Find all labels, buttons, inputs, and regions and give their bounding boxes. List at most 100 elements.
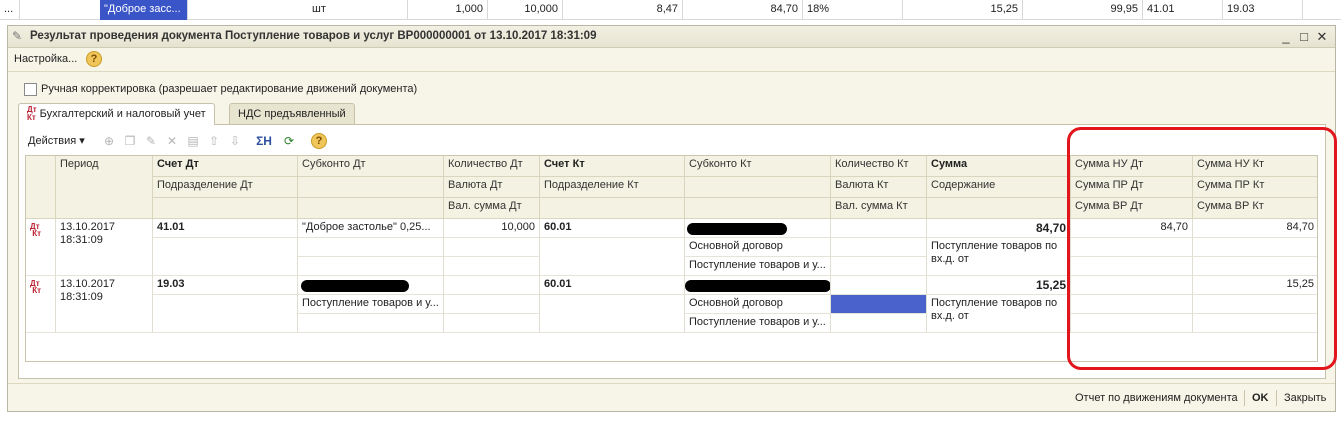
row-department-dt[interactable]	[153, 238, 298, 276]
header-subconto-kt[interactable]: Субконто Кт	[685, 156, 831, 177]
movements-report-button[interactable]: Отчет по движениям документа	[1075, 392, 1238, 404]
row-period[interactable]: 13.10.2017 18:31:09	[56, 276, 153, 333]
window-titlebar[interactable]: ✎ Результат проведения документа Поступл…	[8, 26, 1335, 48]
row-quantity-dt[interactable]: 10,000	[444, 219, 540, 238]
row-account-kt[interactable]: 60.01	[540, 276, 685, 295]
row-quantity-kt[interactable]	[831, 276, 927, 295]
header-sum-vr-kt[interactable]: Сумма ВР Кт	[1193, 198, 1317, 219]
row-sum-pr-dt[interactable]	[1071, 295, 1193, 314]
row-subconto-dt-2[interactable]	[298, 238, 444, 257]
header-sum-vr-dt[interactable]: Сумма ВР Дт	[1071, 198, 1193, 219]
header-currency-sum-kt[interactable]: Вал. сумма Кт	[831, 198, 927, 219]
row-sum-pr-kt[interactable]	[1193, 295, 1317, 314]
help-icon[interactable]: ?	[311, 133, 327, 149]
row-currency-sum-kt[interactable]	[831, 257, 927, 276]
divider	[1276, 390, 1277, 406]
header-empty	[298, 177, 444, 198]
row-subconto-kt-2[interactable]: Основной договор	[685, 238, 831, 257]
row-quantity-dt[interactable]	[444, 276, 540, 295]
header-sum-pr-kt[interactable]: Сумма ПР Кт	[1193, 177, 1317, 198]
header-quantity-dt[interactable]: Количество Дт	[444, 156, 540, 177]
ok-button[interactable]: OK	[1252, 392, 1269, 404]
maximize-button[interactable]: □	[1295, 28, 1313, 46]
row-sum[interactable]: 84,70	[927, 219, 1071, 238]
row-sum-pr-dt[interactable]	[1071, 238, 1193, 257]
row-content[interactable]: Поступление товаров по вх.д. от	[927, 295, 1071, 333]
row-account-dt[interactable]: 19.03	[153, 276, 298, 295]
row-sum-pr-kt[interactable]	[1193, 238, 1317, 257]
copy-icon[interactable]: ❐	[122, 133, 138, 149]
redacted-block	[685, 280, 830, 292]
header-department-dt[interactable]: Подразделение Дт	[153, 177, 298, 198]
row-quantity-kt[interactable]	[831, 219, 927, 238]
row-department-dt[interactable]	[153, 295, 298, 333]
settings-button[interactable]: Настройка...	[14, 53, 77, 65]
row-content[interactable]: Поступление товаров по вх.д. от	[927, 238, 1071, 276]
tab-accounting-tax[interactable]: Дт Кт Бухгалтерский и налоговый учет	[18, 103, 215, 125]
row-sum-vr-kt[interactable]	[1193, 257, 1317, 276]
row-sum[interactable]: 15,25	[927, 276, 1071, 295]
row-currency-sum-kt[interactable]	[831, 314, 927, 333]
row-subconto-dt-2[interactable]: Поступление товаров и у...	[298, 295, 444, 314]
header-currency-kt[interactable]: Валюта Кт	[831, 177, 927, 198]
row-period[interactable]: 13.10.2017 18:31:09	[56, 219, 153, 276]
close-button[interactable]: Закрыть	[1284, 392, 1326, 404]
close-window-button[interactable]: ✕	[1313, 28, 1331, 46]
row-subconto-dt-1[interactable]	[298, 276, 444, 295]
row-department-kt[interactable]	[540, 238, 685, 276]
row-currency-dt[interactable]	[444, 295, 540, 314]
row-subconto-kt-3[interactable]: Поступление товаров и у...	[685, 257, 831, 276]
edit-icon[interactable]: ✎	[143, 133, 159, 149]
move-up-icon[interactable]: ⇧	[206, 133, 222, 149]
header-period[interactable]: Период	[56, 156, 153, 219]
header-currency-dt[interactable]: Валюта Дт	[444, 177, 540, 198]
row-sum-nu-dt[interactable]: 84,70	[1071, 219, 1193, 238]
header-account-kt[interactable]: Счет Кт	[540, 156, 685, 177]
row-sum-vr-dt[interactable]	[1071, 257, 1193, 276]
window-status-bar: Отчет по движениям документа OK Закрыть	[8, 383, 1335, 411]
row-sum-nu-dt[interactable]	[1071, 276, 1193, 295]
row-subconto-dt-3[interactable]	[298, 257, 444, 276]
header-sum-pr-dt[interactable]: Сумма ПР Дт	[1071, 177, 1193, 198]
header-sum-nu-dt[interactable]: Сумма НУ Дт	[1071, 156, 1193, 177]
manual-correction-checkbox[interactable]	[24, 83, 37, 96]
row-subconto-kt-3[interactable]: Поступление товаров и у...	[685, 314, 831, 333]
refresh-icon[interactable]: ⟳	[281, 133, 297, 149]
delete-icon[interactable]: ✕	[164, 133, 180, 149]
header-currency-sum-dt[interactable]: Вал. сумма Дт	[444, 198, 540, 219]
row-currency-sum-dt[interactable]	[444, 257, 540, 276]
header-subconto-dt[interactable]: Субконто Дт	[298, 156, 444, 177]
help-icon[interactable]: ?	[86, 51, 102, 67]
add-icon[interactable]: ⊕	[101, 133, 117, 149]
sum-icon[interactable]: ΣН	[253, 133, 275, 149]
row-sum-vr-dt[interactable]	[1071, 314, 1193, 333]
header-sum-nu-kt[interactable]: Сумма НУ Кт	[1193, 156, 1317, 177]
row-subconto-dt-3[interactable]	[298, 314, 444, 333]
minimize-button[interactable]: _	[1277, 28, 1295, 46]
row-sum-nu-kt[interactable]: 84,70	[1193, 219, 1317, 238]
header-content[interactable]: Содержание	[927, 177, 1071, 198]
row-currency-kt-selected[interactable]	[831, 295, 927, 314]
save-icon[interactable]: ▤	[185, 133, 201, 149]
bg-cell-selected[interactable]: "Доброе засс...	[100, 0, 188, 20]
row-currency-dt[interactable]	[444, 238, 540, 257]
row-sum-nu-kt[interactable]: 15,25	[1193, 276, 1317, 295]
header-quantity-kt[interactable]: Количество Кт	[831, 156, 927, 177]
row-subconto-kt-1[interactable]	[685, 276, 831, 295]
row-account-kt[interactable]: 60.01	[540, 219, 685, 238]
tab-vat-presented[interactable]: НДС предъявленный	[229, 103, 355, 124]
row-subconto-dt-1[interactable]: "Доброе застолье" 0,25...	[298, 219, 444, 238]
tab-panel: Действия ▾ ⊕ ❐ ✎ ✕ ▤ ⇧ ⇩ ΣН ⟳ ? Период С…	[18, 124, 1326, 379]
header-sum[interactable]: Сумма	[927, 156, 1071, 177]
row-currency-sum-dt[interactable]	[444, 314, 540, 333]
row-subconto-kt-2[interactable]: Основной договор	[685, 295, 831, 314]
row-currency-kt[interactable]	[831, 238, 927, 257]
row-department-kt[interactable]	[540, 295, 685, 333]
row-account-dt[interactable]: 41.01	[153, 219, 298, 238]
header-department-kt[interactable]: Подразделение Кт	[540, 177, 685, 198]
row-subconto-kt-1[interactable]	[685, 219, 831, 238]
move-down-icon[interactable]: ⇩	[227, 133, 243, 149]
row-sum-vr-kt[interactable]	[1193, 314, 1317, 333]
header-account-dt[interactable]: Счет Дт	[153, 156, 298, 177]
actions-menu-button[interactable]: Действия ▾	[28, 134, 85, 147]
